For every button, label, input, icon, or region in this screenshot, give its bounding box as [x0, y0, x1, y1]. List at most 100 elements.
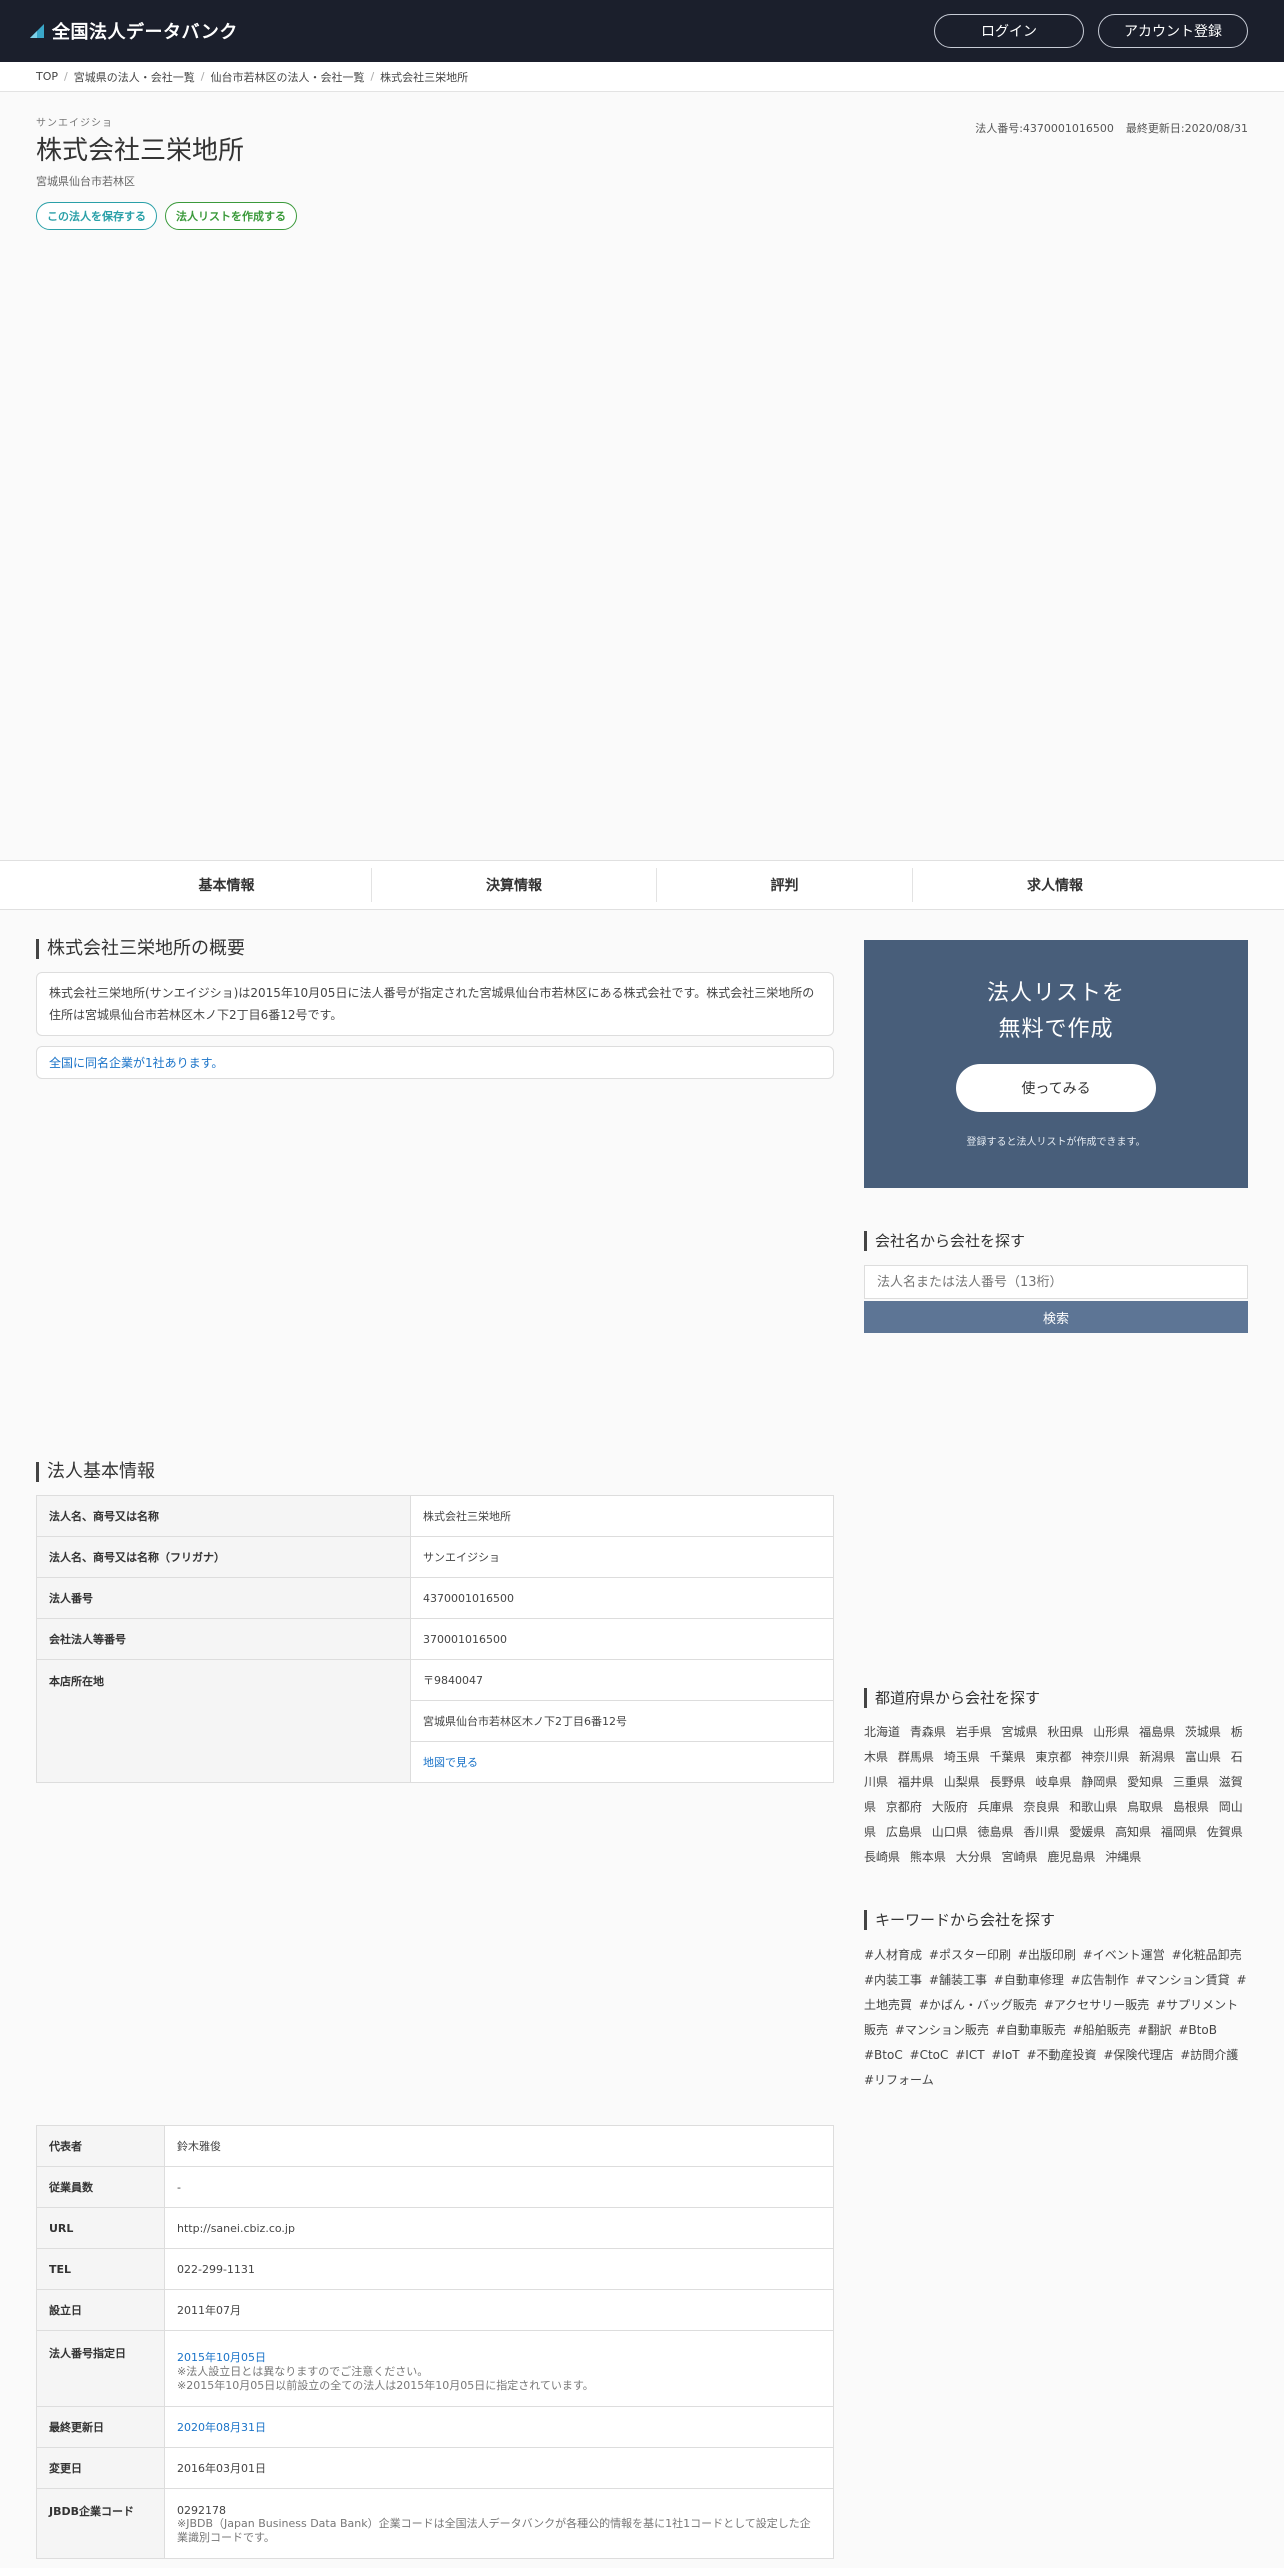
- prefecture-link[interactable]: 鹿児島県: [1047, 1850, 1095, 1864]
- prefecture-link[interactable]: 和歌山県: [1069, 1800, 1117, 1814]
- keyword-tag[interactable]: #イベント運営: [1083, 1948, 1165, 1962]
- breadcrumb-separator: /: [64, 70, 68, 83]
- table-row: 会社法人等番号 370001016500: [36, 1618, 834, 1660]
- breadcrumb-ward[interactable]: 仙台市若林区の法人・会社一覧: [210, 69, 364, 85]
- keyword-tag[interactable]: #人材育成: [864, 1948, 922, 1962]
- prefecture-link[interactable]: 長崎県: [864, 1850, 900, 1864]
- keyword-tag[interactable]: #IoT: [991, 2048, 1019, 2062]
- prefecture-link[interactable]: 山口県: [932, 1825, 968, 1839]
- keyword-tag[interactable]: #内装工事: [864, 1973, 922, 1987]
- create-list-button[interactable]: 法人リストを作成する: [165, 202, 297, 230]
- prefecture-link[interactable]: 三重県: [1173, 1775, 1209, 1789]
- prefecture-list: 北海道 青森県 岩手県 宮城県 秋田県 山形県 福島県 茨城県 栃木県 群馬県 …: [864, 1720, 1248, 1870]
- site-logo[interactable]: 全国法人データバンク: [28, 18, 238, 44]
- prefecture-link[interactable]: 鳥取県: [1127, 1800, 1163, 1814]
- prefecture-link[interactable]: 愛媛県: [1069, 1825, 1105, 1839]
- prefecture-link[interactable]: 福島県: [1139, 1725, 1175, 1739]
- tab-jobs[interactable]: 求人情報: [913, 868, 1197, 902]
- table-row: 法人名、商号又は名称（フリガナ） サンエイジショ: [36, 1536, 834, 1578]
- keyword-tag[interactable]: #BtoC: [864, 2048, 903, 2062]
- designation-note: ※2015年10月05日以前設立の全ての法人は2015年10月05日に指定されて…: [177, 2378, 594, 2392]
- prefecture-link[interactable]: 兵庫県: [978, 1800, 1014, 1814]
- company-search-input[interactable]: [864, 1265, 1248, 1299]
- keyword-tag[interactable]: #CtoC: [910, 2048, 949, 2062]
- same-name-link[interactable]: 全国に同名企業が1社あります。: [36, 1046, 834, 1079]
- row-value: http://sanei.cbiz.co.jp: [164, 2207, 834, 2249]
- prefecture-link[interactable]: 茨城県: [1185, 1725, 1221, 1739]
- prefecture-link[interactable]: 埼玉県: [944, 1750, 980, 1764]
- keyword-tag[interactable]: #出版印刷: [1018, 1948, 1076, 1962]
- prefecture-link[interactable]: 秋田県: [1047, 1725, 1083, 1739]
- breadcrumb-separator: /: [370, 70, 375, 83]
- prefecture-link[interactable]: 徳島県: [978, 1825, 1014, 1839]
- prefecture-link[interactable]: 長野県: [990, 1775, 1026, 1789]
- keyword-tag[interactable]: #マンション賃貸: [1136, 1973, 1230, 1987]
- login-button[interactable]: ログイン: [934, 14, 1084, 48]
- promo-note: 登録すると法人リストが作成できます。: [966, 1137, 1146, 1148]
- basic-info-title: 法人基本情報: [36, 1462, 834, 1482]
- keyword-tag[interactable]: #翻訳: [1138, 2023, 1172, 2037]
- map-link[interactable]: 地図で見る: [423, 1756, 478, 1769]
- prefecture-link[interactable]: 宮城県: [1002, 1725, 1038, 1739]
- prefecture-link[interactable]: 大分県: [956, 1850, 992, 1864]
- row-key: 会社法人等番号: [36, 1618, 411, 1660]
- prefecture-link[interactable]: 山梨県: [944, 1775, 980, 1789]
- search-by-keyword-title: キーワードから会社を探す: [864, 1910, 1248, 1930]
- prefecture-link[interactable]: 静岡県: [1081, 1775, 1117, 1789]
- keyword-tag[interactable]: #マンション販売: [895, 2023, 989, 2037]
- prefecture-link[interactable]: 群馬県: [898, 1750, 934, 1764]
- prefecture-link[interactable]: 高知県: [1115, 1825, 1151, 1839]
- designation-date-link[interactable]: 2015年10月05日: [177, 2351, 266, 2364]
- search-button[interactable]: 検索: [864, 1301, 1248, 1333]
- prefecture-link[interactable]: 神奈川県: [1081, 1750, 1129, 1764]
- prefecture-link[interactable]: 香川県: [1023, 1825, 1059, 1839]
- prefecture-link[interactable]: 新潟県: [1139, 1750, 1175, 1764]
- keyword-tag[interactable]: #自動車修理: [994, 1973, 1064, 1987]
- updated-date-link[interactable]: 2020年08月31日: [177, 2421, 266, 2434]
- prefecture-link[interactable]: 福岡県: [1161, 1825, 1197, 1839]
- prefecture-link[interactable]: 奈良県: [1023, 1800, 1059, 1814]
- prefecture-link[interactable]: 広島県: [886, 1825, 922, 1839]
- prefecture-link[interactable]: 宮崎県: [1002, 1850, 1038, 1864]
- keyword-tag[interactable]: #アクセサリー販売: [1044, 1998, 1149, 2012]
- keyword-tag[interactable]: #リフォーム: [864, 2073, 934, 2087]
- prefecture-link[interactable]: 岩手県: [956, 1725, 992, 1739]
- prefecture-link[interactable]: 熊本県: [910, 1850, 946, 1864]
- prefecture-link[interactable]: 山形県: [1093, 1725, 1129, 1739]
- breadcrumb-top[interactable]: TOP: [36, 70, 58, 83]
- keyword-tag[interactable]: #化粧品卸売: [1172, 1948, 1242, 1962]
- prefecture-link[interactable]: 岐阜県: [1035, 1775, 1071, 1789]
- prefecture-link[interactable]: 沖縄県: [1105, 1850, 1141, 1864]
- keyword-tag[interactable]: #広告制作: [1071, 1973, 1129, 1987]
- prefecture-link[interactable]: 青森県: [910, 1725, 946, 1739]
- keyword-tag[interactable]: #訪問介護: [1180, 2048, 1238, 2062]
- keyword-tag[interactable]: #船舶販売: [1073, 2023, 1131, 2037]
- keyword-tag[interactable]: #舗装工事: [929, 1973, 987, 1987]
- breadcrumb-separator: /: [200, 70, 205, 83]
- keyword-tag[interactable]: #かばん・バッグ販売: [919, 1998, 1037, 2012]
- keyword-tag[interactable]: #ポスター印刷: [929, 1948, 1011, 1962]
- tab-reputation[interactable]: 評判: [657, 868, 913, 902]
- keyword-tag[interactable]: #ICT: [955, 2048, 984, 2062]
- try-it-button[interactable]: 使ってみる: [956, 1064, 1156, 1112]
- tab-financials[interactable]: 決算情報: [372, 868, 657, 902]
- prefecture-link[interactable]: 富山県: [1185, 1750, 1221, 1764]
- save-company-button[interactable]: この法人を保存する: [36, 202, 157, 230]
- prefecture-link[interactable]: 愛知県: [1127, 1775, 1163, 1789]
- keyword-tag[interactable]: #不動産投資: [1026, 2048, 1096, 2062]
- row-key: 法人名、商号又は名称: [36, 1495, 411, 1537]
- prefecture-link[interactable]: 東京都: [1035, 1750, 1071, 1764]
- breadcrumb-prefecture[interactable]: 宮城県の法人・会社一覧: [74, 69, 195, 85]
- prefecture-link[interactable]: 京都府: [886, 1800, 922, 1814]
- signup-button[interactable]: アカウント登録: [1098, 14, 1248, 48]
- prefecture-link[interactable]: 大阪府: [932, 1800, 968, 1814]
- prefecture-link[interactable]: 北海道: [864, 1725, 900, 1739]
- keyword-tag[interactable]: #保険代理店: [1103, 2048, 1173, 2062]
- keyword-tag[interactable]: #自動車販売: [996, 2023, 1066, 2037]
- prefecture-link[interactable]: 佐賀県: [1207, 1825, 1243, 1839]
- keyword-tag[interactable]: #BtoB: [1178, 2023, 1217, 2037]
- prefecture-link[interactable]: 福井県: [898, 1775, 934, 1789]
- tab-basic-info[interactable]: 基本情報: [82, 868, 372, 902]
- prefecture-link[interactable]: 島根県: [1173, 1800, 1209, 1814]
- prefecture-link[interactable]: 千葉県: [990, 1750, 1026, 1764]
